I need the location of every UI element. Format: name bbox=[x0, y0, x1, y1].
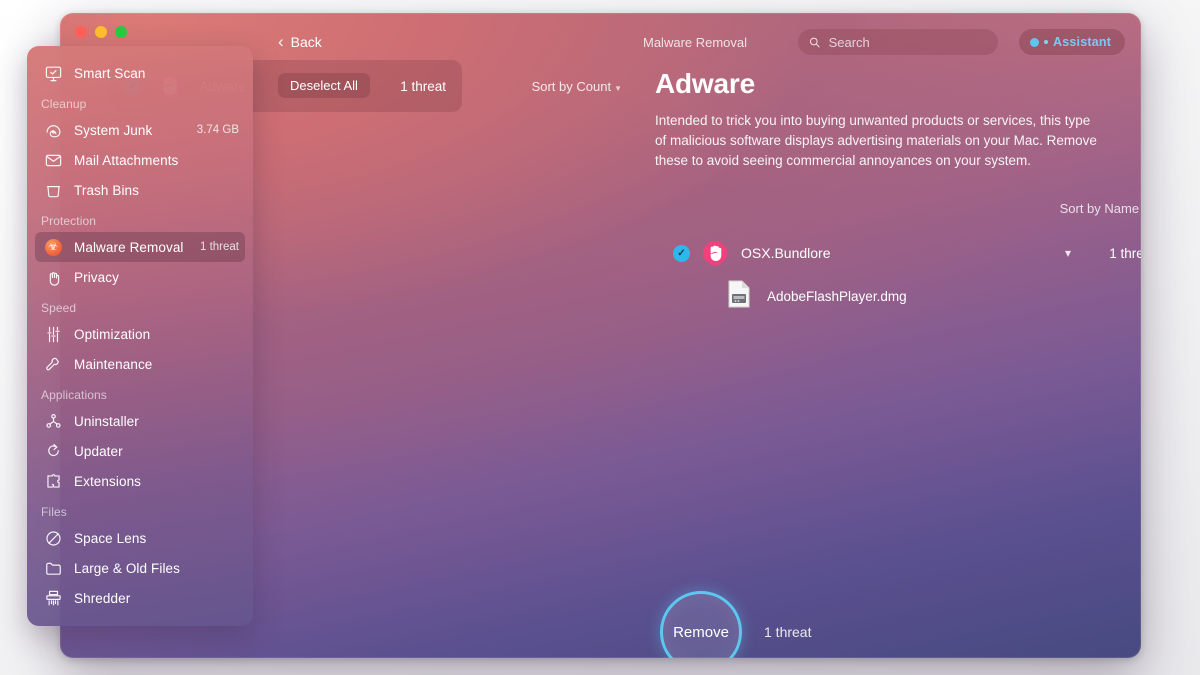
sidebar-item-label: Optimization bbox=[74, 326, 151, 342]
assistant-small-dot-icon bbox=[1044, 40, 1048, 44]
shredder-icon bbox=[41, 588, 65, 608]
assistant-dot-icon bbox=[1030, 37, 1039, 47]
sidebar-item-label: Large & Old Files bbox=[74, 560, 180, 576]
sort-by-name-dropdown[interactable]: Sort by Name▼ bbox=[1060, 201, 1141, 216]
malware-bug-icon: ☣ bbox=[41, 237, 65, 257]
malware-row[interactable]: ✓ OSX.Bundlore ▾ 1 threat bbox=[673, 236, 1141, 270]
sidebar-item-badge: 1 threat bbox=[200, 241, 239, 253]
caret-down-icon: ▼ bbox=[614, 84, 622, 93]
sidebar-item-privacy[interactable]: Privacy bbox=[35, 262, 245, 292]
sidebar-item-maintenance[interactable]: Maintenance bbox=[35, 349, 245, 379]
deselect-all-button[interactable]: Deselect All bbox=[278, 73, 370, 98]
detail-description: Intended to trick you into buying unwant… bbox=[655, 113, 1097, 168]
sidebar-group-protection: Protection bbox=[41, 214, 97, 228]
sidebar-item-mail-attachments[interactable]: Mail Attachments bbox=[35, 145, 245, 175]
remove-button[interactable]: Remove bbox=[660, 591, 742, 658]
sidebar-item-extensions[interactable]: Extensions bbox=[35, 466, 245, 496]
updater-icon bbox=[41, 441, 65, 461]
page-title: Adware bbox=[655, 68, 755, 99]
file-name: AdobeFlashPlayer.dmg bbox=[767, 289, 907, 304]
zoom-button[interactable] bbox=[115, 26, 127, 38]
sidebar-item-malware-removal[interactable]: ☣ Malware Removal 1 threat bbox=[35, 232, 245, 262]
remove-label: Remove bbox=[673, 623, 729, 641]
stop-hand-icon bbox=[702, 240, 728, 266]
assistant-button[interactable]: Assistant bbox=[1019, 29, 1126, 55]
puzzle-icon bbox=[41, 471, 65, 491]
file-row[interactable]: AdobeFlashPlayer.dmg bbox=[727, 280, 907, 313]
space-lens-icon bbox=[41, 528, 65, 548]
sidebar-item-large-old-files[interactable]: Large & Old Files bbox=[35, 553, 245, 583]
sidebar-group-files: Files bbox=[41, 505, 67, 519]
remove-threat-count: 1 threat bbox=[764, 624, 812, 640]
desktop-background: ‹ Back Malware Removal Assistant Deselec… bbox=[0, 0, 1200, 675]
sidebar-item-label: Smart Scan bbox=[74, 65, 146, 81]
sidebar-group-applications: Applications bbox=[41, 388, 107, 402]
footer-actions: Remove 1 threat bbox=[660, 591, 811, 658]
sidebar-item-uninstaller[interactable]: Uninstaller bbox=[35, 406, 245, 436]
sort-by-name-label: Sort by Name bbox=[1059, 201, 1140, 216]
sidebar-item-system-junk[interactable]: System Junk 3.74 GB bbox=[35, 115, 245, 145]
malware-count: 1 threat bbox=[1109, 245, 1141, 261]
sidebar-item-shredder[interactable]: Shredder bbox=[35, 583, 245, 613]
sidebar-item-label: Space Lens bbox=[74, 530, 147, 546]
chevron-down-icon[interactable]: ▾ bbox=[1065, 246, 1071, 260]
sidebar-item-label: System Junk bbox=[74, 122, 153, 138]
sidebar-item-label: Extensions bbox=[74, 473, 142, 489]
sidebar-item-label: Updater bbox=[74, 443, 123, 459]
window-controls bbox=[75, 26, 127, 38]
hand-icon bbox=[41, 267, 65, 287]
search-bar[interactable] bbox=[798, 29, 998, 55]
folder-icon bbox=[41, 558, 65, 578]
sidebar-item-label: Trash Bins bbox=[74, 182, 140, 198]
assistant-label: Assistant bbox=[1053, 35, 1112, 49]
sidebar-item-updater[interactable]: Updater bbox=[35, 436, 245, 466]
uninstaller-icon bbox=[41, 411, 65, 431]
detail-column: Adware Intended to trick you into buying… bbox=[655, 68, 1141, 308]
dmg-file-icon bbox=[727, 280, 751, 313]
monitor-check-icon bbox=[41, 63, 65, 83]
chevron-left-icon: ‹ bbox=[278, 32, 284, 51]
sidebar-item-label: Shredder bbox=[74, 590, 131, 606]
sidebar-item-label: Mail Attachments bbox=[74, 152, 179, 168]
sidebar-item-label: Malware Removal bbox=[74, 239, 184, 255]
sidebar-item-smart-scan[interactable]: Smart Scan bbox=[35, 58, 245, 88]
sidebar-group-cleanup: Cleanup bbox=[41, 97, 87, 111]
search-input[interactable] bbox=[828, 34, 987, 50]
close-button[interactable] bbox=[75, 26, 87, 38]
sidebar-item-label: Uninstaller bbox=[74, 413, 139, 429]
sidebar-item-space-lens[interactable]: Space Lens bbox=[35, 523, 245, 553]
junk-spiral-icon bbox=[41, 120, 65, 140]
breadcrumb: Malware Removal bbox=[643, 35, 748, 50]
minimize-button[interactable] bbox=[95, 26, 107, 38]
sidebar-item-optimization[interactable]: Optimization bbox=[35, 319, 245, 349]
malware-name: OSX.Bundlore bbox=[741, 245, 831, 261]
threat-list-column: Deselect All Sort by Count ▼ bbox=[278, 73, 638, 107]
wrench-icon bbox=[41, 354, 65, 374]
malware-checkbox[interactable]: ✓ bbox=[673, 244, 690, 262]
back-label: Back bbox=[290, 33, 322, 50]
sidebar-item-trash-bins[interactable]: Trash Bins bbox=[35, 175, 245, 205]
sliders-icon bbox=[41, 324, 65, 344]
search-icon bbox=[809, 37, 820, 47]
envelope-icon bbox=[41, 150, 65, 170]
sidebar-item-badge: 3.74 GB bbox=[196, 124, 239, 136]
back-button[interactable]: ‹ Back bbox=[278, 33, 322, 50]
sort-by-count-label: Sort by Count bbox=[531, 79, 612, 94]
sidebar-item-label: Maintenance bbox=[74, 356, 153, 372]
trash-bin-icon bbox=[41, 180, 65, 200]
sidebar: Smart Scan Cleanup System Junk 3.74 GB Mail … bbox=[27, 46, 253, 626]
sidebar-group-speed: Speed bbox=[41, 301, 77, 315]
sidebar-item-label: Privacy bbox=[74, 269, 119, 285]
sort-by-count-dropdown[interactable]: Sort by Count ▼ bbox=[532, 79, 622, 94]
